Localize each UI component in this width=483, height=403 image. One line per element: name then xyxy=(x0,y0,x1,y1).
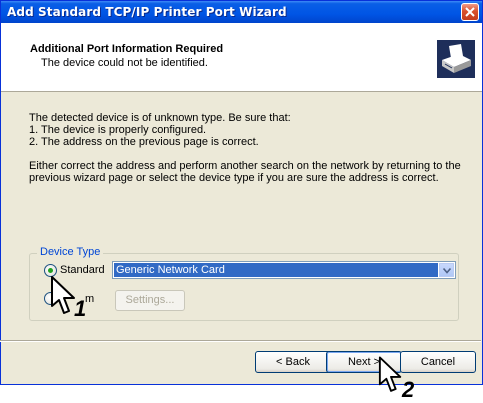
cancel-button[interactable]: Cancel xyxy=(400,351,476,373)
custom-radio-label[interactable]: m xyxy=(85,293,94,305)
wizard-window: Add Standard TCP/IP Printer Port Wizard … xyxy=(0,0,483,385)
info-para-line-1: Either correct the address and perform a… xyxy=(29,160,461,172)
callout-number-2: 2 xyxy=(402,377,415,402)
device-type-legend: Device Type xyxy=(37,246,104,258)
dropdown-button[interactable] xyxy=(439,263,454,277)
mouse-cursor-icon xyxy=(378,356,402,392)
settings-button[interactable]: Settings... xyxy=(115,290,185,311)
header-subtitle: The device could not be identified. xyxy=(41,57,208,69)
header-panel: Additional Port Information Required The… xyxy=(1,23,482,92)
header-title: Additional Port Information Required xyxy=(30,43,224,55)
info-para-line-2: previous wizard page or select the devic… xyxy=(29,172,439,184)
window-title: Add Standard TCP/IP Printer Port Wizard xyxy=(7,5,287,19)
back-button[interactable]: < Back xyxy=(255,351,331,373)
title-bar[interactable]: Add Standard TCP/IP Printer Port Wizard xyxy=(1,1,482,23)
close-icon xyxy=(465,7,475,17)
info-item-1: 1. The device is properly configured. xyxy=(29,124,207,136)
info-text: The detected device is of unknown type. … xyxy=(29,112,461,184)
chevron-down-icon xyxy=(443,268,451,274)
footer-separator xyxy=(0,340,481,342)
printer-icon xyxy=(437,40,475,78)
close-button[interactable] xyxy=(461,3,479,21)
callout-number-1: 1 xyxy=(74,296,87,321)
device-type-select[interactable]: Generic Network Card xyxy=(112,261,456,279)
info-intro: The detected device is of unknown type. … xyxy=(29,112,291,124)
info-item-2: 2. The address on the previous page is c… xyxy=(29,136,259,148)
standard-radio-label[interactable]: Standard xyxy=(60,264,105,276)
device-type-select-value: Generic Network Card xyxy=(114,263,438,277)
